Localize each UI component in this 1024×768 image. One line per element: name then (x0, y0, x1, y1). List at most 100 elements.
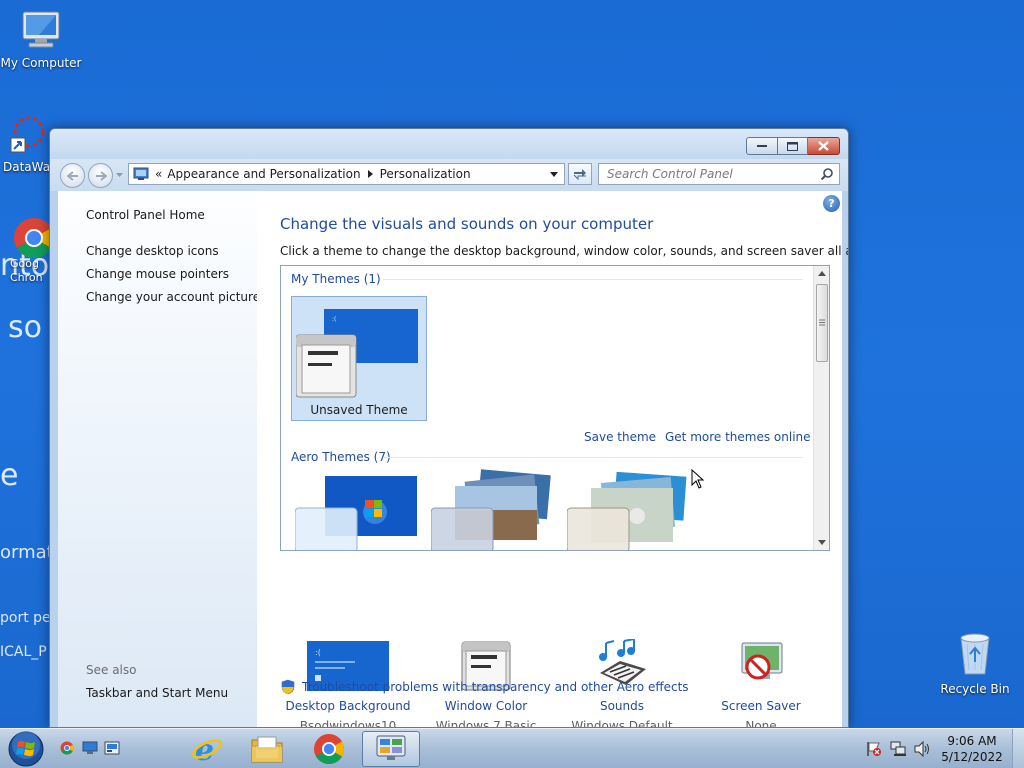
search-input[interactable]: Search Control Panel (607, 167, 821, 181)
minimize-icon (757, 145, 767, 147)
aero-themes-header[interactable]: Aero Themes (7) (291, 450, 391, 464)
svg-text::(: :( (332, 316, 336, 323)
background-text: ormat (0, 542, 54, 563)
theme-aero-nature[interactable] (566, 466, 693, 550)
page-description: Click a theme to change the desktop back… (280, 244, 849, 258)
theme-preview-image (294, 476, 417, 550)
refresh-button[interactable] (568, 163, 592, 185)
start-button[interactable] (6, 730, 46, 768)
quick-launch-computer-icon[interactable] (82, 741, 98, 755)
get-more-themes-link[interactable]: Get more themes online (665, 430, 811, 444)
control-panel-icon (376, 735, 406, 760)
window-color-link[interactable]: Window Color (421, 699, 551, 713)
icon-label: Goog Chron (10, 257, 43, 284)
screen-saver-item[interactable]: Screen Saver None (696, 642, 826, 728)
scrollbar-thumb[interactable] (816, 284, 828, 362)
address-dropdown-icon[interactable] (550, 172, 558, 177)
change-mouse-pointers-link[interactable]: Change mouse pointers (86, 267, 229, 281)
icon-label: My Computer (0, 56, 82, 70)
recycle-bin-desktop-icon[interactable]: Recycle Bin (934, 630, 1016, 696)
caption-buttons (746, 137, 840, 155)
clock-time: 9:06 AM (947, 734, 997, 748)
task-pane: Control Panel Home Change desktop icons … (58, 191, 260, 727)
save-theme-link[interactable]: Save theme (584, 430, 656, 444)
control-panel-icon (133, 167, 149, 180)
theme-list-scrollbar[interactable] (813, 266, 829, 550)
search-box[interactable]: Search Control Panel (598, 163, 840, 185)
maximize-icon (787, 141, 798, 151)
forward-button[interactable] (88, 163, 113, 188)
screen-saver-link[interactable]: Screen Saver (696, 699, 826, 713)
see-also-heading: See also (86, 663, 137, 677)
chrome-icon (14, 218, 54, 258)
theme-aero-windows7[interactable] (294, 472, 421, 550)
desktop-background-value: Bsodwindows10 (299, 719, 397, 728)
address-bar[interactable]: « Appearance and Personalization Persona… (128, 163, 565, 185)
network-icon[interactable] (890, 741, 908, 757)
uac-shield-icon (281, 679, 295, 695)
taskbar-start-menu-link[interactable]: Taskbar and Start Menu (86, 686, 228, 700)
search-icon[interactable] (821, 168, 833, 180)
change-desktop-icons-link[interactable]: Change desktop icons (86, 244, 219, 258)
close-button[interactable] (808, 137, 840, 155)
desktop-background-link[interactable]: Desktop Background (283, 699, 413, 713)
control-panel-home-link[interactable]: Control Panel Home (86, 208, 205, 222)
theme-name: Unsaved Theme (310, 403, 408, 417)
scroll-down-icon[interactable] (818, 540, 826, 545)
chrome-desktop-icon[interactable]: Goog Chron (0, 216, 56, 285)
clock-date: 5/12/2022 (941, 750, 1003, 764)
group-divider (383, 457, 803, 458)
sounds-link[interactable]: Sounds (557, 699, 687, 713)
troubleshoot-link-row[interactable]: Troubleshoot problems with transparency … (280, 679, 689, 695)
theme-preview-image (566, 471, 687, 550)
theme-unsaved[interactable]: :( Unsaved Theme (291, 296, 427, 421)
taskbar-internet-explorer[interactable]: e (178, 731, 236, 767)
background-text: ICAL_P (0, 644, 47, 660)
sounds-value: Windows Default (571, 719, 673, 728)
maximize-button[interactable] (778, 137, 808, 155)
taskbar: e 9:06 AM 5/12/2022 (0, 728, 1024, 768)
back-button[interactable] (60, 163, 85, 188)
back-arrow-icon (66, 170, 78, 181)
help-icon[interactable]: ? (823, 195, 840, 212)
my-themes-header[interactable]: My Themes (1) (291, 272, 381, 286)
theme-preview-image: :( (296, 309, 418, 398)
recent-pages-dropdown-icon[interactable] (116, 173, 123, 178)
my-computer-desktop-icon[interactable]: My Computer (0, 8, 82, 70)
navigation-bar: « Appearance and Personalization Persona… (50, 159, 848, 191)
quick-launch-chrome-icon[interactable] (60, 741, 74, 755)
theme-aero-architecture[interactable] (430, 466, 557, 550)
change-account-picture-link[interactable]: Change your account picture (86, 290, 260, 304)
window-color-value: Windows 7 Basic (435, 719, 537, 728)
breadcrumb-appearance[interactable]: Appearance and Personalization (167, 167, 360, 181)
desktop-background-item[interactable]: :( Desktop Background Bsodwindows10 (283, 641, 413, 728)
taskbar-google-chrome[interactable] (300, 731, 358, 767)
minimize-button[interactable] (746, 137, 778, 155)
action-center-flag-icon[interactable] (866, 741, 882, 757)
svg-text::(: :( (315, 648, 321, 657)
quick-launch-desktop-icon[interactable] (104, 741, 120, 755)
sounds-item[interactable]: Sounds Windows Default (557, 639, 687, 728)
background-text: port pe (0, 610, 51, 626)
taskbar-control-panel[interactable] (362, 731, 420, 767)
taskbar-file-explorer[interactable] (238, 731, 296, 767)
show-desktop-button[interactable] (1012, 729, 1024, 768)
system-clock[interactable]: 9:06 AM 5/12/2022 (938, 733, 1006, 765)
screen-saver-icon (741, 642, 783, 680)
breadcrumb-overflow-icon[interactable]: « (155, 167, 162, 181)
breadcrumb-personalization[interactable]: Personalization (380, 167, 471, 181)
breadcrumb-separator-icon[interactable] (367, 170, 373, 178)
chrome-icon (314, 734, 345, 765)
screen-saver-value: None (745, 719, 777, 728)
scroll-up-icon[interactable] (818, 271, 826, 276)
computer-icon (22, 11, 60, 48)
recycle-bin-icon (960, 633, 990, 675)
window-color-item[interactable]: Window Color Windows 7 Basic (421, 641, 551, 728)
internet-explorer-icon: e (191, 733, 223, 765)
windows-start-icon (8, 731, 44, 767)
troubleshoot-link[interactable]: Troubleshoot problems with transparency … (302, 680, 689, 694)
theme-list[interactable]: My Themes (1) :( Unsaved Theme Save them… (280, 265, 830, 551)
volume-icon[interactable] (914, 741, 932, 757)
title-bar[interactable] (50, 129, 848, 159)
main-content: ? Change the visuals and sounds on your … (257, 191, 848, 728)
